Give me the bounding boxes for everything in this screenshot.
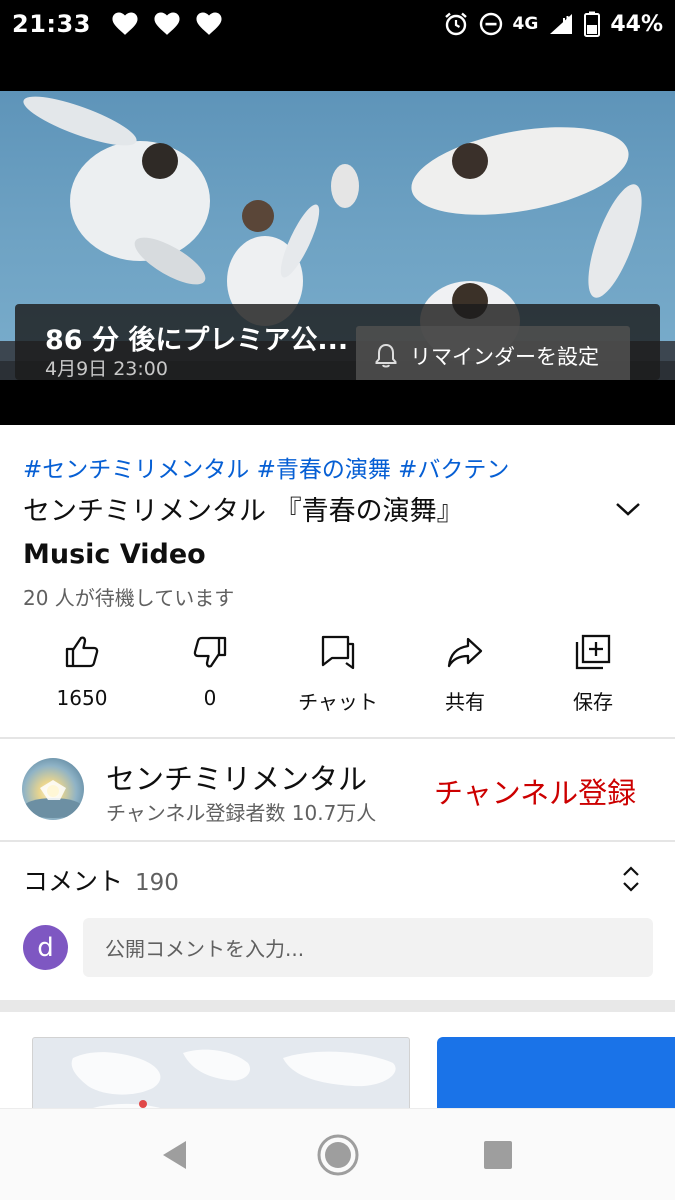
heart-icon — [112, 12, 138, 35]
reminder-label: リマインダーを設定 — [410, 345, 599, 369]
heart-icon — [196, 12, 222, 35]
add-to-playlist-icon — [575, 634, 611, 670]
divider — [0, 840, 675, 842]
network-type: 4G — [512, 14, 539, 34]
video-letterbox — [0, 380, 675, 425]
expand-description-button[interactable] — [610, 494, 646, 524]
video-player[interactable]: 86 分 後にプレミア公... 4月9日 23:00 リマインダーを設定 — [0, 48, 675, 425]
do-not-disturb-icon — [479, 12, 502, 36]
chat-label: チャット — [298, 690, 378, 714]
premiere-countdown: 86 分 後にプレミア公... — [45, 325, 349, 356]
thumbs-up-icon — [65, 636, 99, 668]
channel-avatar-image — [23, 780, 83, 818]
like-count: 1650 — [56, 686, 108, 710]
subscribe-button[interactable]: チャンネル登録 — [434, 770, 636, 812]
comments-count: 190 — [135, 870, 179, 896]
notification-icons — [111, 12, 223, 36]
chat-icon — [321, 635, 355, 670]
save-label: 保存 — [573, 690, 613, 714]
subscriber-count: チャンネル登録者数 10.7万人 — [106, 801, 377, 825]
status-time: 21:33 — [12, 10, 91, 38]
save-button[interactable]: 保存 — [533, 632, 653, 715]
divider — [0, 737, 675, 739]
comment-input[interactable]: 公開コメントを入力... — [83, 918, 653, 977]
action-bar: 1650 0 チャット 共有 保存 — [0, 632, 675, 722]
chevron-down-icon — [616, 503, 640, 516]
premiere-date: 4月9日 23:00 — [45, 358, 168, 380]
set-reminder-button[interactable]: リマインダーを設定 — [356, 326, 630, 386]
comments-header[interactable]: コメント 190 — [23, 862, 179, 898]
recents-button[interactable] — [458, 1109, 538, 1200]
status-bar: 21:33 4G 44% — [0, 0, 675, 48]
comments-expand-toggle[interactable] — [614, 862, 648, 896]
dislike-button[interactable]: 0 — [150, 632, 270, 710]
section-separator — [0, 1000, 675, 1012]
bell-icon — [375, 343, 397, 368]
share-label: 共有 — [445, 690, 485, 714]
video-title[interactable]: センチミリメンタル 『青春の演舞』 Music Video — [23, 490, 583, 576]
unfold-icon — [623, 866, 639, 892]
hashtag-links[interactable]: #センチミリメンタル #青春の演舞 #バクテン — [23, 450, 509, 484]
like-button[interactable]: 1650 — [22, 632, 142, 710]
comments-title: コメント — [23, 867, 124, 896]
dislike-count: 0 — [203, 686, 217, 710]
thumbs-down-icon — [193, 636, 227, 668]
share-icon — [447, 637, 483, 668]
heart-icon — [154, 12, 180, 35]
home-button[interactable] — [298, 1109, 378, 1200]
alarm-icon — [444, 12, 467, 36]
signal-icon — [550, 14, 573, 34]
back-button[interactable] — [135, 1109, 215, 1200]
channel-name[interactable]: センチミリメンタル — [106, 756, 367, 798]
system-navigation-bar — [0, 1108, 675, 1200]
home-circle-icon — [317, 1134, 359, 1176]
status-indicators: 4G 44% — [443, 11, 663, 37]
share-button[interactable]: 共有 — [405, 632, 525, 715]
battery-icon — [584, 11, 601, 37]
channel-avatar[interactable] — [22, 758, 84, 820]
recents-square-icon — [484, 1141, 512, 1169]
back-triangle-icon — [163, 1141, 186, 1169]
chat-button[interactable]: チャット — [278, 632, 398, 715]
user-avatar: d — [23, 925, 68, 970]
waiting-count: 20 人が待機しています — [23, 586, 235, 610]
battery-percent: 44% — [610, 11, 663, 37]
video-title-line1: センチミリメンタル 『青春の演舞』 — [23, 496, 464, 527]
video-title-line2: Music Video — [23, 539, 206, 570]
